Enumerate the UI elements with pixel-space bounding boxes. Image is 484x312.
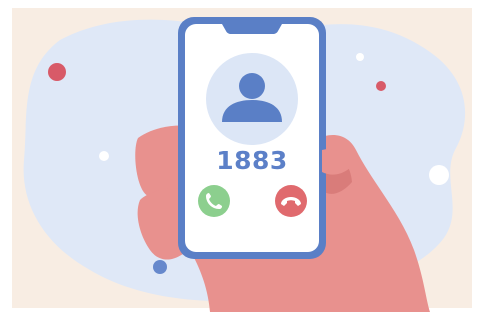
decor-dot-red-large [48,63,66,81]
decor-dot-white-right [429,165,449,185]
incoming-call-illustration: 1883 [0,0,484,312]
accept-call-button[interactable] [198,185,230,217]
caller-number: 1883 [216,146,288,175]
decline-button-circle[interactable] [275,185,307,217]
decor-dot-blue [153,260,167,274]
decor-dot-white-top [356,53,364,61]
decor-dot-red-small [376,81,386,91]
accept-button-circle[interactable] [198,185,230,217]
phone-notch [222,24,282,34]
smartphone [178,17,326,259]
decline-call-button[interactable] [275,185,307,217]
decor-dot-white-left [99,151,109,161]
